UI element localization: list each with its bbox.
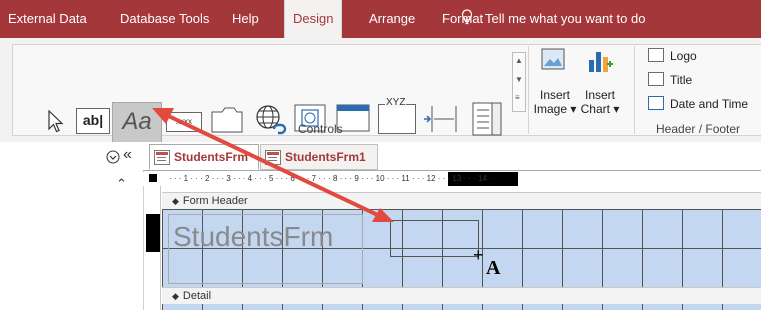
annotation-arrow-icon [152,108,394,222]
